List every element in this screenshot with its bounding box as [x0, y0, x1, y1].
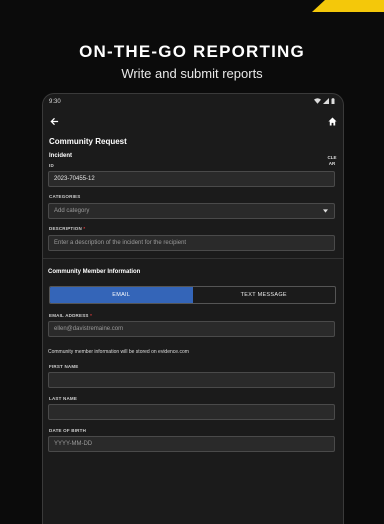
back-button[interactable]: [47, 114, 61, 128]
promo-headline: ON-THE-GO REPORTING: [79, 42, 305, 61]
page-title: Community Request: [49, 137, 127, 146]
description-field[interactable]: Enter a description of the incident for …: [48, 235, 335, 251]
categories-placeholder: Add category: [54, 208, 90, 214]
tab-email[interactable]: EMAIL: [50, 287, 193, 303]
status-bar: 9:30: [49, 97, 335, 109]
status-time: 9:30: [49, 99, 61, 105]
device-screen: 9:30 Community Request Incident ID CLE A…: [42, 93, 344, 524]
home-icon: [327, 116, 337, 126]
incident-id-field[interactable]: 2023-70455-12: [48, 171, 335, 187]
email-label-text: EMAIL ADDRESS: [49, 313, 89, 318]
status-icons: [314, 98, 335, 104]
id-label: ID: [49, 163, 54, 168]
signal-icon: [323, 98, 329, 104]
dob-field[interactable]: YYYY-MM-DD: [48, 436, 335, 452]
email-field[interactable]: ellen@davistremaine.com: [48, 321, 335, 337]
dob-label: DATE OF BIRTH: [49, 428, 87, 433]
back-arrow-icon: [49, 117, 58, 125]
categories-select[interactable]: Add category: [48, 203, 335, 219]
description-label: DESCRIPTION *: [49, 226, 85, 231]
last-name-label: LAST NAME: [49, 396, 78, 401]
contact-method-tabs: EMAIL TEXT MESSAGE: [49, 286, 336, 304]
wifi-icon: [314, 98, 321, 104]
battery-icon: [331, 98, 335, 104]
community-section-title: Community Member Information: [48, 269, 141, 275]
description-label-text: DESCRIPTION: [49, 226, 82, 231]
first-name-label: FIRST NAME: [49, 364, 79, 369]
promo-subhead: Write and submit reports: [121, 66, 263, 81]
categories-label: CATEGORIES: [49, 194, 81, 199]
chevron-down-icon: [323, 209, 328, 213]
app-toolbar: [43, 114, 343, 130]
first-name-field[interactable]: [48, 372, 335, 388]
required-mark: *: [90, 313, 93, 318]
tab-text-message[interactable]: TEXT MESSAGE: [193, 287, 336, 303]
email-label: EMAIL ADDRESS *: [49, 313, 92, 318]
clear-button[interactable]: CLE AR: [327, 155, 337, 167]
brand-corner-accent: [312, 0, 384, 12]
incident-label: Incident: [49, 153, 73, 159]
last-name-field[interactable]: [48, 404, 335, 420]
home-button[interactable]: [325, 114, 339, 128]
section-divider: [43, 258, 343, 259]
required-mark: *: [83, 226, 86, 231]
storage-note: Community member information will be sto…: [48, 349, 189, 355]
